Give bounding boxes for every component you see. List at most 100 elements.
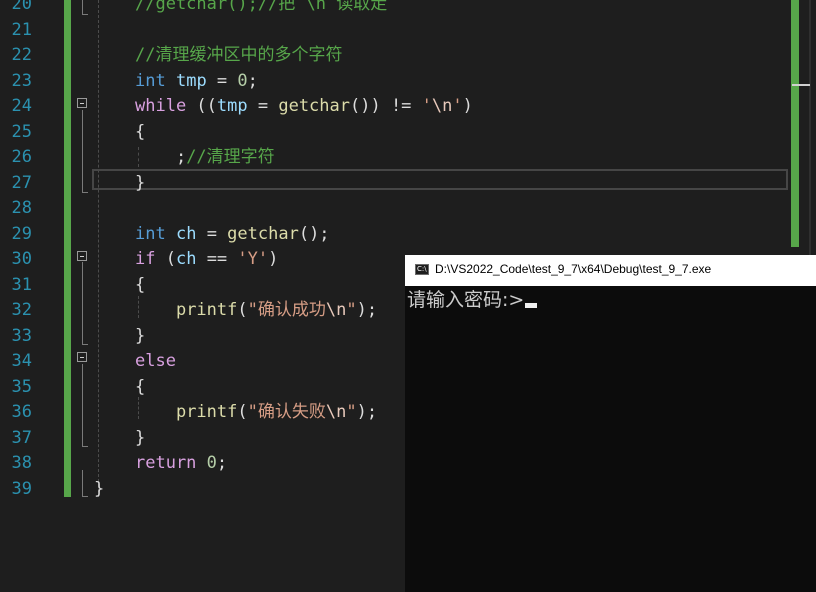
line-number: 24 bbox=[11, 96, 32, 116]
console-window[interactable]: C:\ D:\VS2022_Code\test_9_7\x64\Debug\te… bbox=[405, 255, 816, 592]
scrollbar-track[interactable] bbox=[799, 0, 816, 255]
code-line[interactable]: if (ch == 'Y') bbox=[135, 247, 278, 272]
code-line[interactable]: return 0; bbox=[135, 451, 227, 476]
console-titlebar[interactable]: C:\ D:\VS2022_Code\test_9_7\x64\Debug\te… bbox=[405, 255, 816, 286]
code-token: { bbox=[135, 274, 146, 295]
code-line[interactable]: { bbox=[135, 120, 145, 145]
code-line[interactable]: while ((tmp = getchar()) != '\n') bbox=[135, 94, 473, 119]
code-token: ' bbox=[452, 96, 463, 116]
code-token: printf bbox=[175, 300, 238, 320]
code-token: } bbox=[94, 478, 105, 499]
code-token: 0 bbox=[206, 453, 217, 473]
code-token: (( bbox=[186, 96, 217, 116]
code-line[interactable]: } bbox=[135, 426, 145, 451]
code-line[interactable]: { bbox=[135, 273, 145, 298]
code-token: int bbox=[135, 70, 166, 91]
code-line[interactable]: int tmp = 0; bbox=[135, 69, 258, 94]
fold-guide-end bbox=[82, 192, 88, 193]
line-number: 22 bbox=[11, 45, 32, 65]
code-line[interactable]: int ch = getchar(); bbox=[135, 222, 330, 247]
code-token: ) bbox=[268, 249, 279, 269]
code-token: //getchar();//把 \n 读取走 bbox=[135, 0, 388, 14]
code-token: ( bbox=[237, 300, 248, 320]
code-token: else bbox=[135, 351, 176, 371]
code-token: " bbox=[346, 300, 357, 320]
code-token: while bbox=[135, 96, 187, 116]
indent-guide bbox=[98, 0, 99, 497]
line-number: 33 bbox=[11, 325, 32, 346]
code-token: } bbox=[135, 427, 146, 448]
code-token: ( bbox=[237, 402, 248, 422]
line-number: 35 bbox=[11, 376, 32, 397]
code-token: tmp bbox=[175, 70, 207, 91]
code-token: ; bbox=[216, 453, 228, 473]
code-line[interactable]: printf("确认失败\n"); bbox=[135, 400, 377, 425]
code-token: = bbox=[206, 70, 238, 91]
fold-guide-end bbox=[82, 14, 88, 15]
console-title: D:\VS2022_Code\test_9_7\x64\Debug\test_9… bbox=[435, 262, 712, 276]
code-token: //清理缓冲区中的多个字符 bbox=[135, 45, 343, 65]
code-line[interactable]: } bbox=[94, 477, 104, 502]
fold-guide bbox=[82, 110, 83, 193]
code-token: if bbox=[135, 249, 156, 269]
line-number: 20 bbox=[11, 0, 32, 14]
line-number: 23 bbox=[11, 70, 32, 91]
console-output-text: 请输入密码:> bbox=[407, 289, 525, 311]
code-token: \n bbox=[325, 300, 347, 320]
line-number: 34 bbox=[11, 351, 32, 371]
line-number: 36 bbox=[11, 402, 32, 422]
console-app-icon-label: C:\ bbox=[417, 265, 427, 273]
fold-guide bbox=[82, 0, 83, 15]
code-token: ( bbox=[155, 249, 176, 269]
code-token: return bbox=[135, 453, 197, 473]
code-token: ); bbox=[356, 402, 378, 422]
code-token: = bbox=[196, 223, 228, 244]
code-line[interactable]: ;//清理字符 bbox=[135, 145, 275, 170]
text-cursor bbox=[525, 303, 538, 308]
code-token: int bbox=[135, 223, 166, 244]
code-token: "确认失败 bbox=[247, 402, 326, 422]
fold-guide bbox=[82, 470, 83, 497]
code-token: \n bbox=[431, 96, 453, 116]
collapse-icon[interactable] bbox=[77, 352, 87, 362]
code-token: ; bbox=[247, 70, 258, 91]
code-token: ) bbox=[462, 96, 473, 116]
line-number: 37 bbox=[11, 427, 32, 448]
code-token: 0 bbox=[237, 70, 248, 91]
code-line[interactable]: //getchar();//把 \n 读取走 bbox=[135, 0, 387, 17]
line-number: 28 bbox=[11, 198, 32, 218]
code-line[interactable]: } bbox=[135, 324, 145, 349]
line-number: 26 bbox=[11, 147, 32, 167]
code-line[interactable]: //清理缓冲区中的多个字符 bbox=[135, 43, 342, 68]
code-line[interactable]: { bbox=[135, 375, 145, 400]
code-token: "确认成功 bbox=[247, 300, 326, 320]
code-token: " bbox=[346, 402, 357, 422]
code-token: tmp bbox=[216, 96, 248, 116]
code-token: = bbox=[247, 96, 279, 116]
code-token: (); bbox=[298, 223, 330, 244]
code-token: == bbox=[196, 249, 238, 269]
fold-guide-end bbox=[82, 446, 88, 447]
code-line[interactable]: else bbox=[135, 349, 176, 374]
code-token: ()) != bbox=[350, 96, 422, 116]
scrollbar-position-marker[interactable] bbox=[792, 84, 810, 86]
scrollbar-rail bbox=[809, 0, 811, 255]
code-token: } bbox=[135, 172, 146, 193]
fold-guide-end bbox=[82, 344, 88, 345]
code-line[interactable]: } bbox=[135, 171, 145, 196]
code-token: ); bbox=[356, 300, 378, 320]
code-token: ; bbox=[135, 147, 187, 167]
code-token: } bbox=[135, 325, 146, 346]
collapse-icon[interactable] bbox=[77, 98, 87, 108]
code-token: ' bbox=[421, 96, 432, 116]
code-token: 'Y' bbox=[237, 249, 269, 269]
code-token: //清理字符 bbox=[186, 147, 275, 167]
code-token: \n bbox=[325, 402, 347, 422]
collapse-icon[interactable] bbox=[77, 251, 87, 261]
code-line[interactable]: printf("确认成功\n"); bbox=[135, 298, 377, 323]
line-number: 38 bbox=[11, 453, 32, 473]
